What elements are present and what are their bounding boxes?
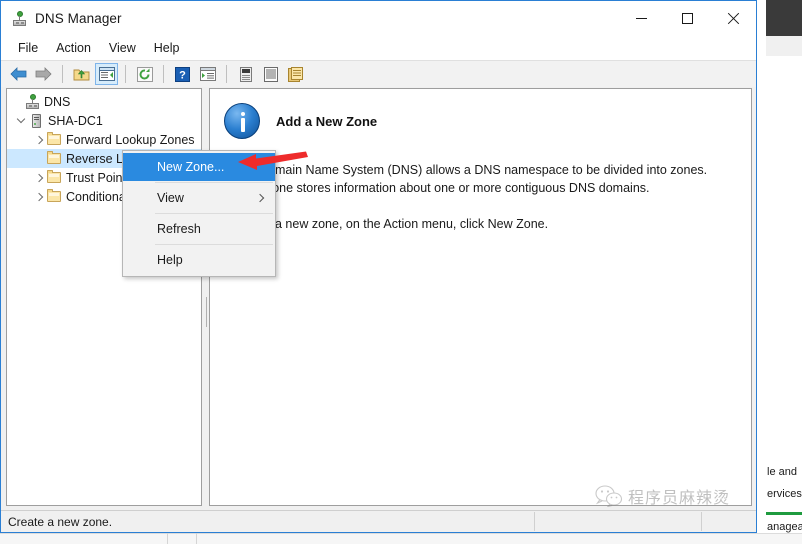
expand-chevron-conditional-forwarders[interactable] <box>31 189 46 205</box>
minimize-icon <box>635 18 647 19</box>
splitter-grip <box>206 297 207 327</box>
details-title: Add a New Zone <box>276 113 378 129</box>
svg-text:?: ? <box>179 69 186 81</box>
statusbar: Create a new zone. <box>1 510 756 532</box>
info-icon <box>224 103 260 139</box>
expand-chevron-sha-dc1[interactable] <box>13 113 28 129</box>
folder-icon <box>46 188 63 205</box>
copy-button[interactable] <box>284 63 307 85</box>
properties-button[interactable] <box>234 63 257 85</box>
back-icon <box>10 67 27 81</box>
context-menu-item-new-zone-label: New Zone... <box>157 160 225 174</box>
folder-icon <box>46 169 63 186</box>
context-menu-item-view-label: View <box>157 191 184 205</box>
context-menu: New Zone... View Refresh Help <box>122 150 276 277</box>
tree-node-dns[interactable]: DNS <box>7 92 201 111</box>
window-controls <box>618 1 756 36</box>
tree-chevron-spacer <box>9 94 24 110</box>
dns-root-icon <box>24 93 41 110</box>
background-text-fragment-3: anagea <box>767 521 802 533</box>
background-taskbar-divider-2 <box>196 533 197 544</box>
maximize-button[interactable] <box>664 1 710 36</box>
details-header: Add a New Zone <box>210 89 751 139</box>
context-menu-item-new-zone[interactable]: New Zone... <box>123 153 275 181</box>
refresh-button[interactable] <box>133 63 156 85</box>
menu-file[interactable]: File <box>9 38 47 58</box>
content-area: DNS SHA-DC1 Forward Lookup Zones Reverse… <box>1 87 756 510</box>
background-text-fragment-1: le and <box>767 466 797 478</box>
dns-manager-window: DNS Manager File Action View Help ? DNS … <box>0 0 757 533</box>
folder-icon <box>46 150 63 167</box>
tree-node-forward-lookup-zones-label: Forward Lookup Zones <box>66 132 195 147</box>
background-titlebar <box>766 0 802 36</box>
toolbar-separator-4 <box>226 65 227 83</box>
back-button[interactable] <box>7 63 30 85</box>
expand-chevron-forward-lookup-zones[interactable] <box>31 132 46 148</box>
up-one-level-icon <box>73 69 90 80</box>
new-window-icon <box>199 67 216 81</box>
tree-node-dns-label: DNS <box>44 94 71 109</box>
up-one-level-button[interactable] <box>70 63 93 85</box>
expand-chevron-reverse-lookup-zones <box>31 151 46 167</box>
folder-icon <box>46 131 63 148</box>
show-hide-console-tree-button[interactable] <box>95 63 118 85</box>
context-menu-item-help-label: Help <box>157 253 183 267</box>
details-paragraph-1: The Domain Name System (DNS) allows a DN… <box>234 163 708 195</box>
help-icon: ? <box>175 66 190 82</box>
context-menu-separator-3 <box>155 244 273 245</box>
context-menu-separator-1 <box>155 182 273 183</box>
menubar: File Action View Help <box>1 36 756 60</box>
tree-node-forward-lookup-zones[interactable]: Forward Lookup Zones <box>7 130 201 149</box>
context-menu-item-refresh[interactable]: Refresh <box>123 215 275 243</box>
screenshot-root: le and ervices anagea DNS Manager File A… <box>0 0 802 544</box>
show-hide-console-tree-icon <box>98 67 115 81</box>
background-accent-bar <box>766 512 802 515</box>
close-button[interactable] <box>710 1 756 36</box>
background-taskbar-divider-1 <box>167 533 168 544</box>
context-menu-item-refresh-label: Refresh <box>157 222 201 236</box>
background-text-fragment-2: ervices <box>767 488 802 500</box>
background-body <box>766 56 802 487</box>
menu-view[interactable]: View <box>100 38 145 58</box>
toolbar-separator-2 <box>125 65 126 83</box>
toolbar-separator-3 <box>163 65 164 83</box>
details-paragraph-2: To add a new zone, on the Action menu, c… <box>234 217 549 231</box>
statusbar-divider-2 <box>701 512 702 531</box>
context-menu-item-help[interactable]: Help <box>123 246 275 274</box>
background-menubar <box>766 36 802 57</box>
menu-help[interactable]: Help <box>145 38 189 58</box>
statusbar-divider-1 <box>534 512 535 531</box>
chevron-right-icon <box>255 193 265 203</box>
context-menu-separator-2 <box>155 213 273 214</box>
export-list-button[interactable] <box>259 63 282 85</box>
expand-chevron-trust-points[interactable] <box>31 170 46 186</box>
tree-node-sha-dc1-label: SHA-DC1 <box>48 113 103 128</box>
toolbar: ? <box>1 60 756 88</box>
status-message: Create a new zone. <box>8 514 113 529</box>
titlebar[interactable]: DNS Manager <box>1 1 756 36</box>
forward-button[interactable] <box>32 63 55 85</box>
details-body: The Domain Name System (DNS) allows a DN… <box>210 139 751 233</box>
refresh-icon <box>136 66 153 82</box>
close-icon <box>727 13 739 25</box>
properties-icon <box>239 66 252 82</box>
context-menu-item-view[interactable]: View <box>123 184 275 212</box>
server-icon <box>28 113 45 129</box>
tree-node-sha-dc1[interactable]: SHA-DC1 <box>7 111 201 130</box>
details-pane: Add a New Zone The Domain Name System (D… <box>209 88 752 506</box>
dns-server-icon <box>11 10 27 27</box>
maximize-icon <box>681 13 693 24</box>
minimize-button[interactable] <box>618 1 664 36</box>
copy-icon <box>288 66 303 82</box>
new-window-button[interactable] <box>196 63 219 85</box>
forward-icon <box>35 67 52 81</box>
window-title: DNS Manager <box>35 11 122 26</box>
menu-action[interactable]: Action <box>47 38 100 58</box>
help-button[interactable]: ? <box>171 63 194 85</box>
export-list-icon <box>263 66 278 82</box>
background-taskbar <box>0 533 802 544</box>
toolbar-separator-1 <box>62 65 63 83</box>
